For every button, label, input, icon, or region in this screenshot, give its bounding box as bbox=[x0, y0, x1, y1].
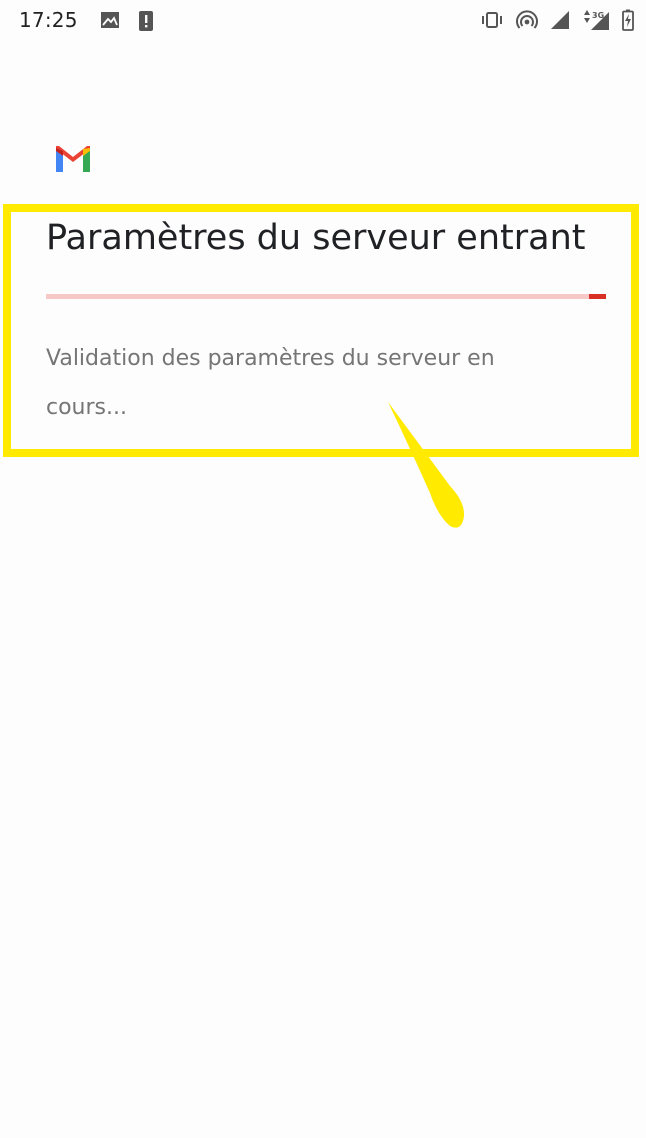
progress-fill bbox=[589, 294, 606, 299]
network-3g-signal-icon: 3G bbox=[582, 9, 610, 31]
gmail-logo bbox=[54, 145, 92, 177]
status-message: Validation des paramètres du serveur en … bbox=[46, 346, 495, 420]
signal-icon bbox=[550, 10, 570, 30]
alert-notification-icon bbox=[138, 10, 154, 32]
page-title: Paramètres du serveur entrant bbox=[46, 218, 586, 258]
status-right-icons: 3G bbox=[480, 9, 634, 31]
hotspot-icon bbox=[516, 10, 538, 30]
vibrate-icon bbox=[480, 10, 504, 30]
status-left-icons bbox=[100, 10, 154, 32]
status-bar: 17:25 3G bbox=[0, 0, 646, 42]
battery-charging-icon bbox=[622, 9, 634, 31]
progress-bar bbox=[46, 294, 606, 299]
status-time: 17:25 bbox=[19, 8, 78, 32]
gallery-notification-icon bbox=[100, 10, 120, 32]
network-type-label: 3G bbox=[592, 11, 604, 20]
